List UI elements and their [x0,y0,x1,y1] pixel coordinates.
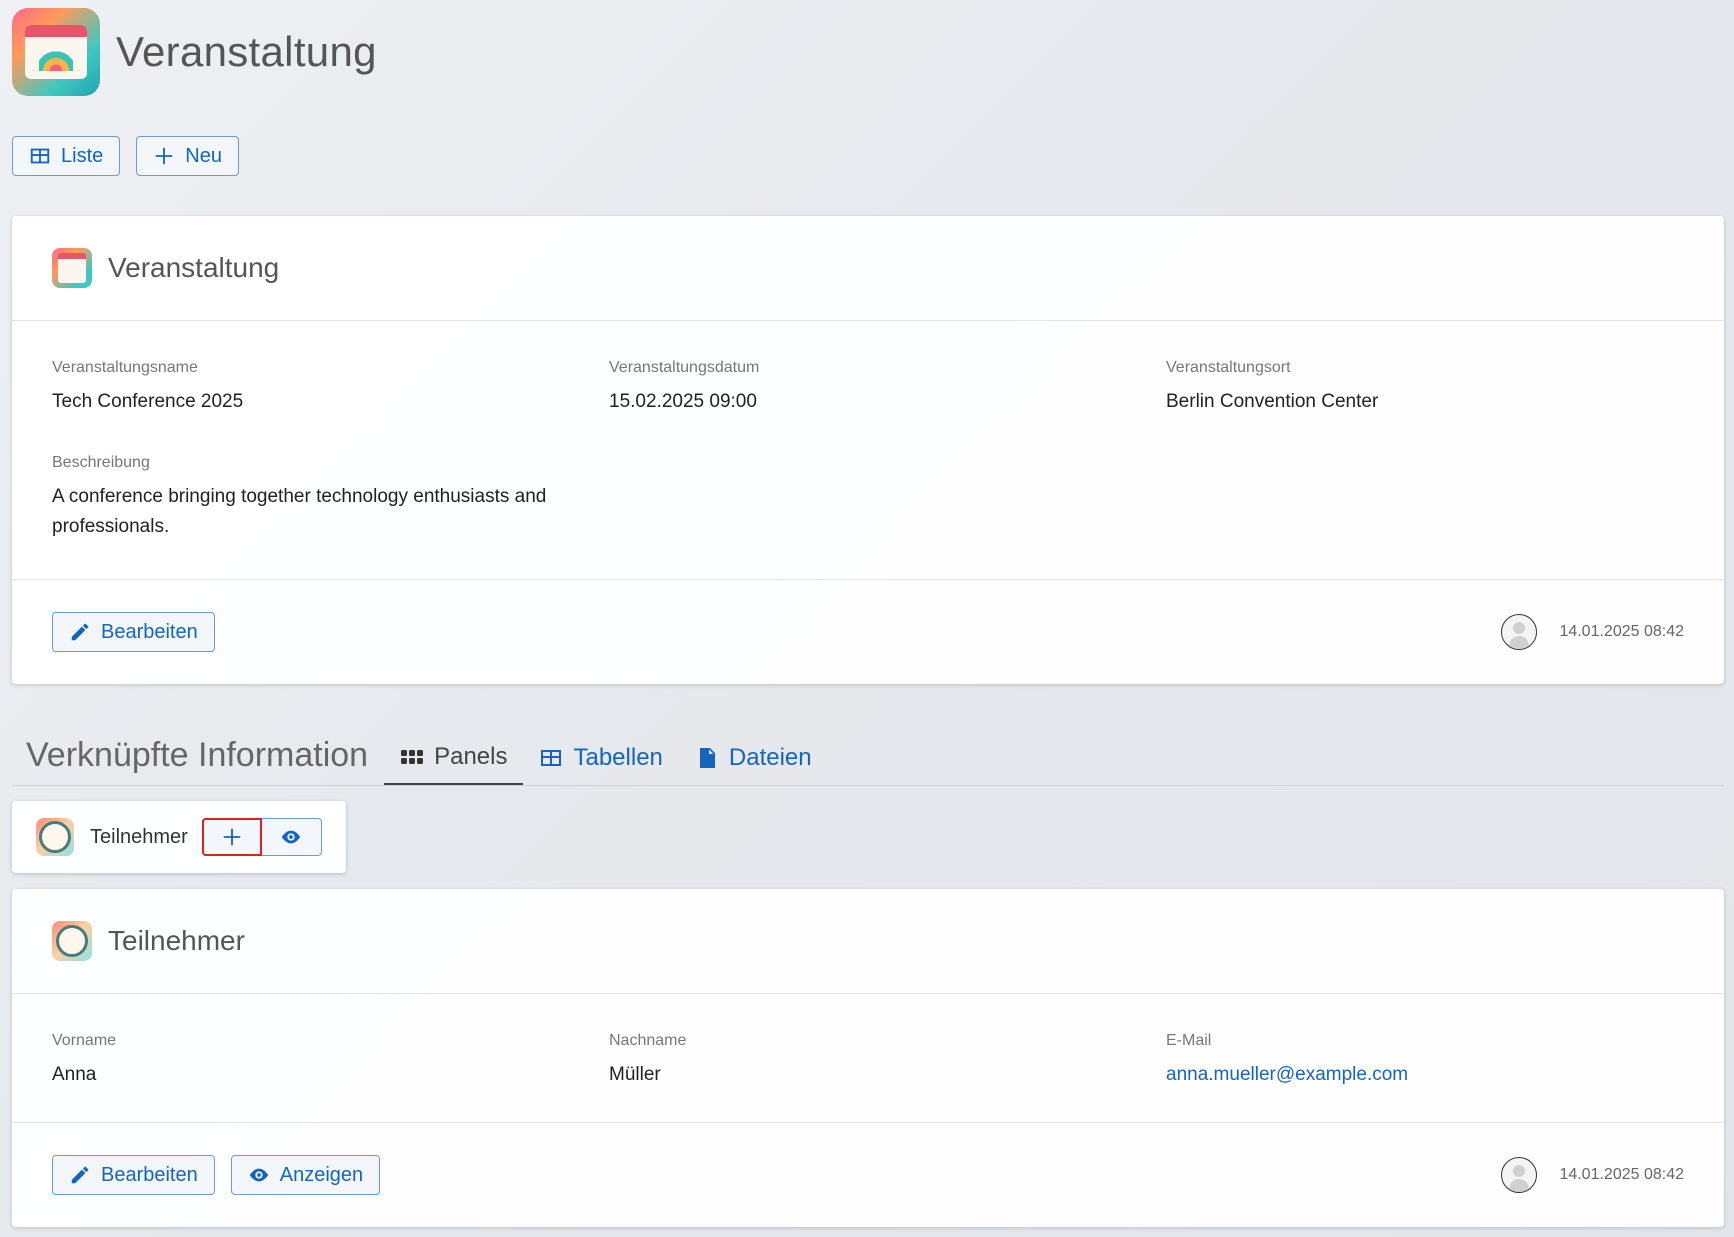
event-fields: Veranstaltungsname Tech Conference 2025 … [12,321,1724,579]
new-button[interactable]: Neu [136,136,239,176]
app-header: Veranstaltung [12,8,377,96]
field-label: Nachname [609,1032,687,1049]
plus-icon [156,147,173,165]
field-value: Müller [609,1064,661,1085]
field-event-description: Beschreibung A conference bringing toget… [52,454,609,543]
field-event-name: Veranstaltungsname Tech Conference 2025 [52,359,609,418]
field-last-name: Nachname Müller [609,1032,1166,1090]
field-label: Veranstaltungsdatum [609,359,760,376]
tab-label: Tabellen [573,744,663,771]
avatar[interactable] [1501,1157,1538,1193]
view-participant-button[interactable]: Anzeigen [230,1155,381,1195]
view-participants-button[interactable] [261,818,322,856]
new-button-label: Neu [185,144,222,167]
event-card-header: Veranstaltung [12,216,1724,321]
file-icon [699,748,715,768]
field-value: 15.02.2025 09:00 [609,391,757,412]
edit-event-button[interactable]: Bearbeiten [52,612,215,652]
field-value: Berlin Convention Center [1166,391,1379,412]
participant-icon [36,818,74,856]
page-title: Veranstaltung [116,28,377,75]
timestamp: 14.01.2025 08:42 [1559,623,1684,640]
field-value: A conference bringing together technolog… [52,486,547,537]
edit-participant-button[interactable]: Bearbeiten [52,1155,215,1195]
participant-card-title: Teilnehmer [108,925,245,956]
event-card-title: Veranstaltung [108,252,280,283]
edit-button-label: Bearbeiten [101,1163,198,1186]
field-label: E-Mail [1166,1032,1212,1049]
field-label: Vorname [52,1032,117,1049]
participant-mini-panel: Teilnehmer [12,801,346,873]
list-button-label: Liste [61,144,104,167]
related-info-header: Verknüpfte Information Panels Tabellen D… [12,732,1724,786]
event-card-footer: Bearbeiten 14.01.2025 08:42 [12,579,1724,684]
mini-panel-label: Teilnehmer [90,825,188,848]
event-card: Veranstaltung Veranstaltungsname Tech Co… [12,216,1724,684]
participant-icon [52,921,92,961]
avatar[interactable] [1501,614,1538,650]
tab-panels[interactable]: Panels [384,731,524,785]
toolbar: Liste Neu [12,136,239,176]
plus-icon [223,828,241,846]
pencil-icon [71,623,89,641]
edit-button-label: Bearbeiten [101,620,198,643]
field-event-place: Veranstaltungsort Berlin Convention Cent… [1166,359,1684,418]
field-event-date: Veranstaltungsdatum 15.02.2025 09:00 [609,359,1166,418]
list-button[interactable]: Liste [12,136,121,176]
participant-card-footer: Bearbeiten Anzeigen 14.01.2025 08:42 [12,1122,1724,1227]
field-first-name: Vorname Anna [52,1032,609,1090]
table-icon [30,148,50,164]
eye-icon [249,1168,268,1182]
festival-calendar-icon [12,8,100,96]
participant-fields: Vorname Anna Nachname Müller E-Mail anna… [12,994,1724,1122]
field-email: E-Mail anna.mueller@example.com [1166,1032,1684,1090]
tab-files[interactable]: Dateien [679,731,828,785]
add-participant-button[interactable] [201,818,262,856]
field-label: Veranstaltungsort [1166,359,1291,376]
participant-card: Teilnehmer Vorname Anna Nachname Müller … [12,889,1724,1227]
tab-label: Dateien [728,744,812,771]
related-info-title: Verknüpfte Information [26,736,369,774]
timestamp: 14.01.2025 08:42 [1559,1166,1684,1183]
tab-bar: Panels Tabellen Dateien [384,731,828,785]
festival-calendar-icon [52,248,92,288]
field-value: Anna [52,1064,97,1085]
field-label: Beschreibung [52,454,150,471]
tab-tables[interactable]: Tabellen [523,731,678,785]
view-button-label: Anzeigen [279,1163,364,1186]
pencil-icon [71,1166,89,1184]
participant-card-header: Teilnehmer [12,889,1724,994]
eye-icon [282,830,301,844]
table-icon [541,750,562,766]
field-label: Veranstaltungsname [52,359,198,376]
field-value: Tech Conference 2025 [52,391,244,412]
tab-label: Panels [434,743,508,770]
email-link[interactable]: anna.mueller@example.com [1166,1060,1684,1090]
grid-dots-icon [401,750,424,764]
